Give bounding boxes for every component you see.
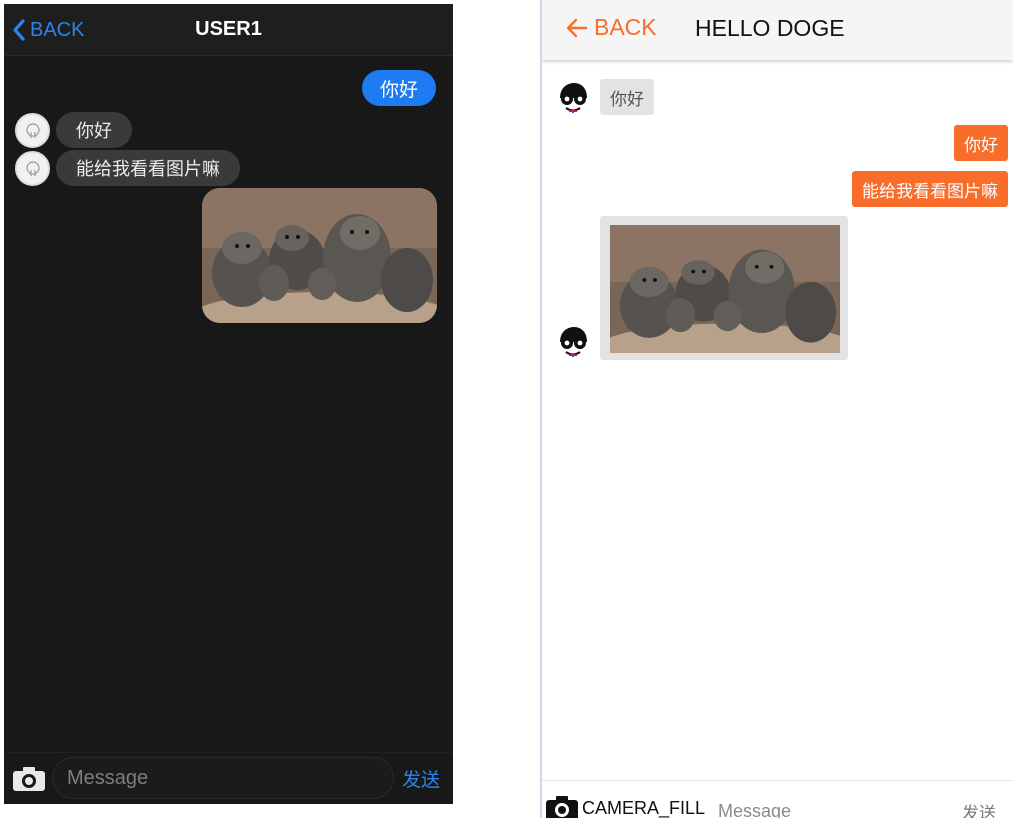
doge-avatar-icon[interactable]	[554, 322, 592, 360]
screenshot-stage: BACK USER1 你好 你好 能给我看看图片嘛 Message 发送 BAC…	[0, 0, 1013, 818]
right-message-out: 你好	[954, 125, 1008, 161]
avatar[interactable]	[15, 112, 50, 148]
arrow-left-icon	[566, 18, 588, 37]
doge-avatar-icon[interactable]	[554, 78, 592, 116]
left-header: BACK USER1	[4, 4, 453, 56]
right-chat-window: BACK HELLO DOGE 你好 你好 能给我看看图片嘛 CAMERA_FI…	[542, 0, 1013, 818]
right-message-out: 能给我看看图片嘛	[852, 171, 1008, 207]
left-chat-window: BACK USER1 你好 你好 能给我看看图片嘛 Message 发送	[4, 4, 453, 804]
user-avatar-icon	[25, 161, 40, 176]
camera-icon[interactable]	[12, 766, 46, 792]
hyrax-photo	[610, 225, 840, 353]
left-message-row: 能给我看看图片嘛	[15, 150, 240, 186]
camera-fill-label: CAMERA_FILL	[582, 798, 706, 818]
right-chat-title: HELLO DOGE	[695, 15, 845, 41]
right-back-label: BACK	[594, 14, 657, 40]
left-message-image[interactable]	[202, 188, 437, 323]
right-composer: CAMERA_FILL Message 发送	[542, 780, 1013, 818]
left-message-out: 你好	[361, 70, 436, 106]
left-composer: Message 发送	[4, 752, 453, 804]
camera-fill-icon[interactable]	[545, 795, 579, 818]
left-message-in: 能给我看看图片嘛	[56, 150, 240, 186]
left-send-button[interactable]: 发送	[402, 765, 440, 792]
left-message-in: 你好	[56, 112, 132, 148]
right-message-input[interactable]: Message	[718, 801, 791, 818]
right-message-image[interactable]	[610, 225, 840, 353]
right-message-in: 你好	[600, 79, 654, 115]
left-message-input[interactable]: Message	[52, 757, 394, 799]
left-chat-title: USER1	[195, 18, 262, 40]
avatar[interactable]	[15, 150, 50, 186]
hyrax-photo	[202, 188, 437, 323]
right-header: BACK HELLO DOGE	[542, 0, 1013, 60]
right-back-button[interactable]: BACK	[566, 14, 657, 41]
right-message-image-card[interactable]	[600, 216, 848, 360]
left-message-row: 你好	[15, 112, 132, 148]
right-send-button[interactable]: 发送	[962, 799, 996, 818]
user-avatar-icon	[25, 123, 40, 138]
